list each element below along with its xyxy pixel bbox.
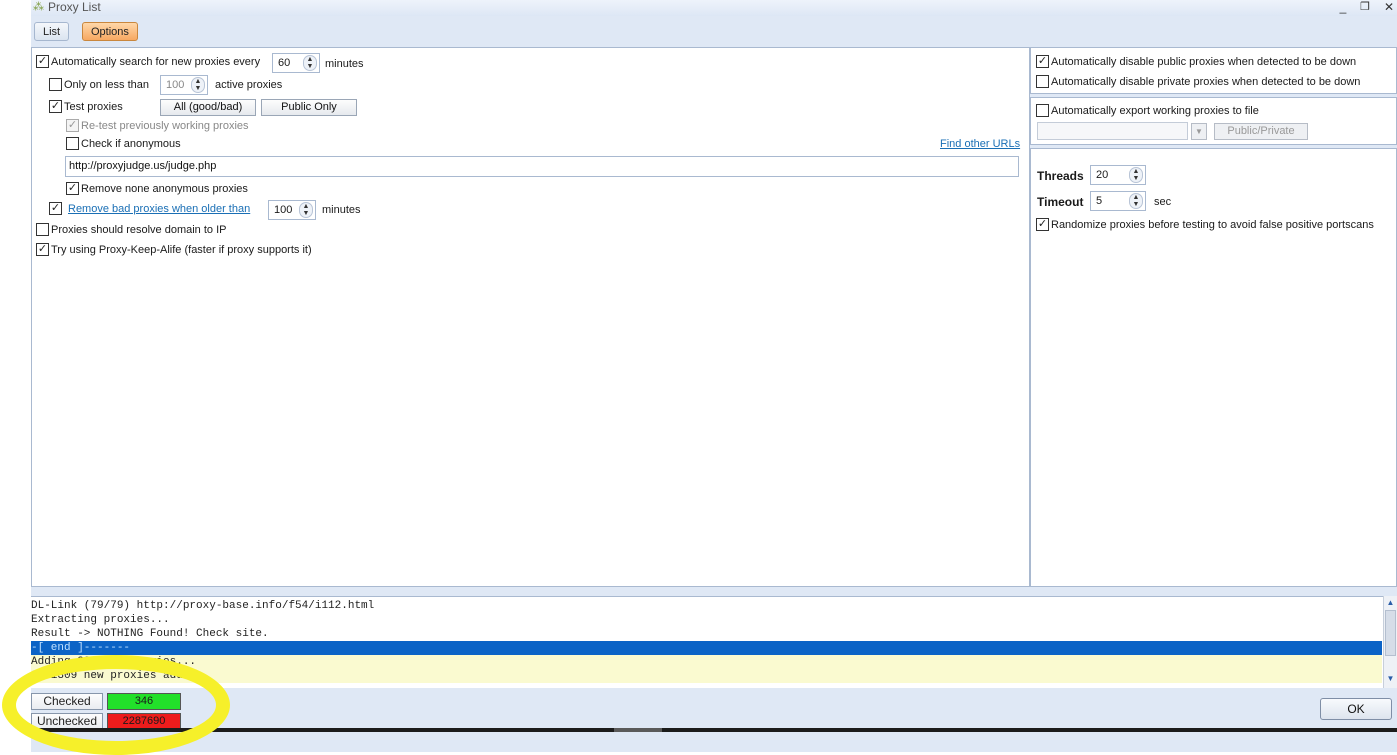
tab-options[interactable]: Options [82,22,138,41]
judge-url-field[interactable]: http://proxyjudge.us/judge.php [65,156,1019,177]
check-anonymous-label: Check if anonymous [81,138,181,150]
log-line-selected: -[ end ]------- [31,641,1382,655]
auto-search-interval-stepper[interactable]: 60 ▲ ▼ [272,53,320,73]
minimize-button[interactable]: _ [1336,0,1350,14]
spin-arrows-icon[interactable]: ▲ ▼ [191,77,205,93]
timeout-unit: sec [1154,196,1172,208]
export-file-select[interactable] [1037,122,1188,140]
test-proxies-label: Test proxies [64,101,123,113]
log-scrollbar[interactable]: ▲ ▼ [1383,596,1397,688]
log-line: Adding 2295616 proxies... [31,655,1382,669]
keep-alive-checkbox[interactable]: ✓ [36,243,49,256]
disable-private-label: Automatically disable private proxies wh… [1051,76,1361,88]
spin-arrows-icon[interactable]: ▲ ▼ [1129,193,1143,209]
log-line: DL-Link (79/79) http://proxy-base.info/f… [31,600,375,612]
only-less-label: Only on less than [64,79,149,91]
all-good-bad-button[interactable]: All (good/bad) [160,99,256,116]
auto-search-label: Automatically search for new proxies eve… [51,56,261,68]
timeout-value: 5 [1096,195,1103,207]
only-less-stepper[interactable]: 100 ▲ ▼ [160,75,208,95]
remove-bad-label-link[interactable]: Remove bad proxies when older than [68,203,250,215]
spin-arrows-icon[interactable]: ▲ ▼ [299,202,313,218]
close-button[interactable]: ✕ [1382,0,1396,14]
chevron-down-icon[interactable]: ▼ [1191,123,1207,140]
ok-button[interactable]: OK [1320,698,1392,720]
threads-stepper[interactable]: 20 ▲ ▼ [1090,165,1146,185]
check-anonymous-checkbox[interactable] [66,137,79,150]
spin-arrows-icon[interactable]: ▲ ▼ [1129,167,1143,183]
title-bar [31,0,1397,16]
resolve-domain-checkbox[interactable] [36,223,49,236]
public-only-button[interactable]: Public Only [261,99,357,116]
export-label: Automatically export working proxies to … [1051,105,1259,117]
bottom-edge-thumb [614,728,662,732]
maximize-button[interactable]: ❐ [1358,0,1372,13]
randomize-checkbox[interactable]: ✓ [1036,218,1049,231]
only-less-checkbox[interactable] [49,78,62,91]
threads-label: Threads [1037,169,1084,183]
disable-public-label: Automatically disable public proxies whe… [1051,56,1357,68]
only-less-value: 100 [166,79,185,91]
auto-search-unit: minutes [325,58,364,70]
app-icon: ⁂ [33,1,44,13]
auto-search-checkbox[interactable]: ✓ [36,55,49,68]
disable-public-checkbox[interactable]: ✓ [1036,55,1049,68]
scroll-thumb[interactable] [1385,610,1396,656]
remove-bad-stepper[interactable]: 100 ▲ ▼ [268,200,316,220]
bottom-edge [31,728,1397,732]
log-output[interactable]: DL-Link (79/79) http://proxy-base.info/f… [31,596,1384,688]
timeout-label: Timeout [1037,195,1084,209]
log-line: Extracting proxies... [31,614,170,626]
find-other-urls-link[interactable]: Find other URLs [940,138,1020,150]
checked-label: Checked [31,693,103,710]
disable-private-checkbox[interactable] [1036,75,1049,88]
checked-count: 346 [107,693,181,710]
remove-bad-checkbox[interactable]: ✓ [49,202,62,215]
log-line: 2281309 new proxies added. [31,669,1382,683]
resolve-domain-label: Proxies should resolve domain to IP [51,224,227,236]
scroll-down-icon[interactable]: ▼ [1384,672,1397,686]
randomize-label: Randomize proxies before testing to avoi… [1051,219,1374,231]
log-line: Result -> NOTHING Found! Check site. [31,628,269,640]
scroll-up-icon[interactable]: ▲ [1384,596,1397,610]
keep-alive-label: Try using Proxy-Keep-Alife (faster if pr… [51,244,312,256]
remove-none-anonymous-label: Remove none anonymous proxies [81,183,248,195]
retest-label: Re-test previously working proxies [81,120,249,132]
public-private-button[interactable]: Public/Private [1214,123,1308,140]
remove-none-anonymous-checkbox[interactable]: ✓ [66,182,79,195]
timeout-stepper[interactable]: 5 ▲ ▼ [1090,191,1146,211]
export-checkbox[interactable] [1036,104,1049,117]
only-less-unit: active proxies [215,79,283,91]
window-title: Proxy List [48,0,101,14]
retest-checkbox[interactable]: ✓ [66,119,79,132]
remove-bad-unit: minutes [322,204,361,216]
test-proxies-checkbox[interactable]: ✓ [49,100,62,113]
auto-search-interval-value: 60 [278,57,291,69]
threads-value: 20 [1096,169,1109,181]
tab-list[interactable]: List [34,22,70,41]
spin-arrows-icon[interactable]: ▲ ▼ [303,55,317,71]
remove-bad-value: 100 [274,204,293,216]
testing-options-panel [1030,148,1397,587]
